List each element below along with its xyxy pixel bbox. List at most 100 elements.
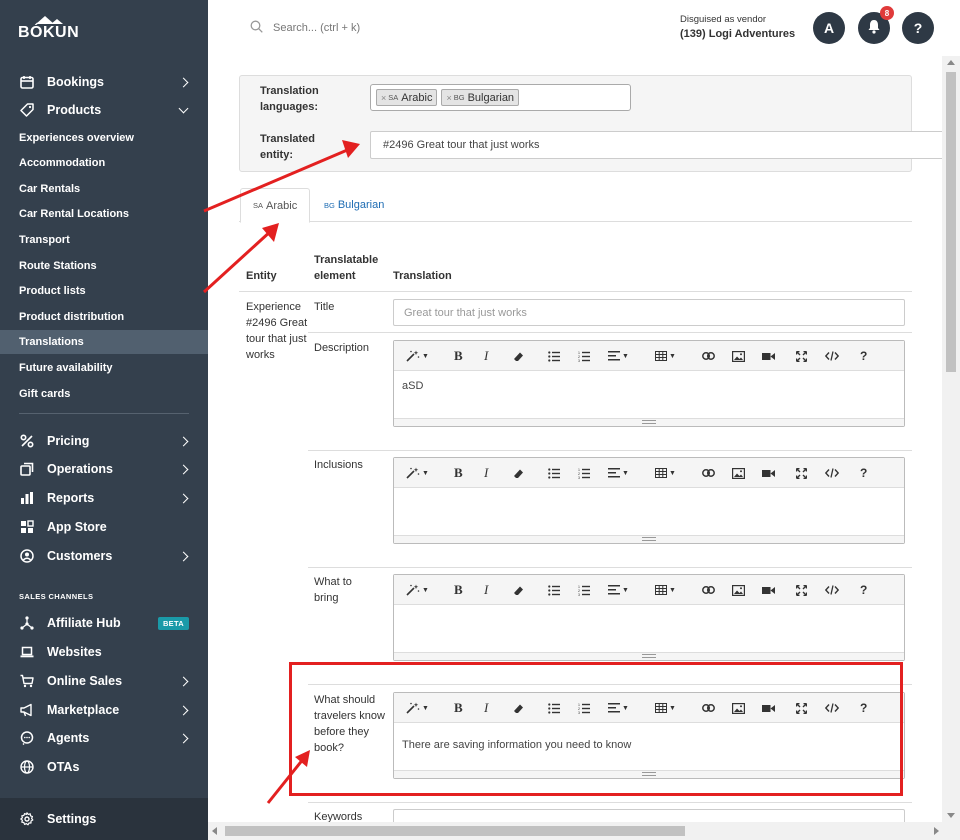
inclusions-editor[interactable]: ▼ B I 1 2 3 ▼ ▼?	[393, 457, 905, 544]
eraser-icon[interactable]	[513, 465, 524, 481]
language-chip-arabic[interactable]: × SA Arabic	[376, 89, 438, 106]
sidebar-item-products[interactable]: Products	[0, 96, 208, 124]
magic-icon[interactable]: ▼	[406, 465, 429, 481]
align-icon[interactable]: ▼	[608, 348, 629, 364]
sidebar-item-operations[interactable]: Operations	[0, 455, 208, 483]
scroll-left-icon[interactable]	[212, 827, 217, 835]
image-icon[interactable]	[732, 348, 745, 364]
table-icon[interactable]: ▼	[655, 348, 676, 364]
scroll-right-icon[interactable]	[934, 827, 939, 835]
editor-content[interactable]: aSD	[394, 371, 904, 418]
bullet-list-icon[interactable]	[548, 465, 560, 481]
magic-icon[interactable]: ▼	[406, 348, 429, 364]
sidebar-item-bookings[interactable]: Bookings	[0, 68, 208, 96]
sidebar-item-otas[interactable]: OTAs	[0, 753, 208, 781]
search-input[interactable]	[273, 19, 473, 37]
numbered-list-icon[interactable]: 123	[578, 582, 590, 598]
magic-icon[interactable]: ▼	[406, 582, 429, 598]
sidebar-item-online-sales[interactable]: Online Sales	[0, 667, 208, 695]
vertical-scrollbar[interactable]	[942, 56, 960, 822]
fullscreen-icon[interactable]	[796, 465, 807, 481]
code-view-icon[interactable]	[825, 582, 839, 598]
link-icon[interactable]	[702, 348, 715, 364]
bold-icon[interactable]: B	[454, 465, 463, 481]
italic-icon[interactable]: I	[484, 348, 488, 364]
help-icon[interactable]: ?	[860, 348, 867, 364]
editor-resize-handle[interactable]	[394, 652, 904, 660]
description-editor[interactable]: ▼ B I 1 2 3 ▼ ▼? aSD	[393, 340, 905, 427]
sidebar-subitem-accommodation[interactable]: Accommodation	[0, 151, 208, 175]
sidebar-item-affiliate-hub[interactable]: Affiliate Hub BETA	[0, 609, 208, 637]
sidebar-subitem-product-lists[interactable]: Product lists	[0, 279, 208, 303]
editor-content[interactable]	[394, 488, 904, 535]
language-chip-bulgarian[interactable]: × BG Bulgarian	[441, 89, 520, 106]
entity-label: Translated entity:	[260, 133, 316, 161]
help-icon[interactable]: ?	[860, 582, 867, 598]
help-icon[interactable]: ?	[860, 465, 867, 481]
bullet-list-icon[interactable]	[548, 582, 560, 598]
sidebar-subitem-route-stations[interactable]: Route Stations	[0, 254, 208, 278]
editor-resize-handle[interactable]	[394, 535, 904, 543]
align-icon[interactable]: ▼	[608, 582, 629, 598]
title-translation-input[interactable]	[393, 299, 905, 326]
bold-icon[interactable]: B	[454, 582, 463, 598]
italic-icon[interactable]: I	[484, 582, 488, 598]
scrollbar-thumb[interactable]	[946, 72, 956, 372]
sidebar-subitem-translations[interactable]: Translations	[0, 330, 208, 354]
editor-content[interactable]	[394, 605, 904, 652]
eraser-icon[interactable]	[513, 582, 524, 598]
italic-icon[interactable]: I	[484, 465, 488, 481]
editor-resize-handle[interactable]	[394, 418, 904, 426]
video-icon[interactable]	[762, 348, 775, 364]
sidebar-subitem-product-distribution[interactable]: Product distribution	[0, 305, 208, 329]
scroll-down-icon[interactable]	[947, 813, 955, 818]
entity-select[interactable]: #2496 Great tour that just works	[370, 131, 950, 159]
sidebar-item-agents[interactable]: Agents	[0, 724, 208, 752]
sidebar-item-pricing[interactable]: Pricing	[0, 427, 208, 455]
languages-multiselect[interactable]: × SA Arabic × BG Bulgarian	[370, 84, 631, 111]
vendor-name[interactable]: (139) Logi Adventures	[680, 28, 795, 40]
sidebar-subitem-future-availability[interactable]: Future availability	[0, 356, 208, 380]
horizontal-scrollbar[interactable]	[208, 822, 960, 840]
code-view-icon[interactable]	[825, 465, 839, 481]
sidebar-subitem-transport[interactable]: Transport	[0, 228, 208, 252]
numbered-list-icon[interactable]: 123	[578, 465, 590, 481]
link-icon[interactable]	[702, 582, 715, 598]
fullscreen-icon[interactable]	[796, 582, 807, 598]
video-icon[interactable]	[762, 582, 775, 598]
remove-icon[interactable]: ×	[446, 93, 451, 103]
code-view-icon[interactable]	[825, 348, 839, 364]
sidebar-subitem-gift-cards[interactable]: Gift cards	[0, 382, 208, 406]
sidebar-item-reports[interactable]: Reports	[0, 484, 208, 512]
sidebar-subitem-car-rentals[interactable]: Car Rentals	[0, 177, 208, 201]
bold-icon[interactable]: B	[454, 348, 463, 364]
align-icon[interactable]: ▼	[608, 465, 629, 481]
table-icon[interactable]: ▼	[655, 465, 676, 481]
link-icon[interactable]	[702, 465, 715, 481]
tab-arabic[interactable]: SA Arabic	[240, 188, 311, 223]
table-icon[interactable]: ▼	[655, 582, 676, 598]
sidebar-item-app-store[interactable]: App Store	[0, 513, 208, 541]
what-to-bring-editor[interactable]: ▼ B I 1 2 3 ▼ ▼?	[393, 574, 905, 661]
sidebar-item-settings[interactable]: Settings	[0, 798, 208, 840]
video-icon[interactable]	[762, 465, 775, 481]
image-icon[interactable]	[732, 582, 745, 598]
scroll-up-icon[interactable]	[947, 60, 955, 65]
sidebar-item-customers[interactable]: Customers	[0, 542, 208, 570]
sidebar-item-marketplace[interactable]: Marketplace	[0, 696, 208, 724]
fullscreen-icon[interactable]	[796, 348, 807, 364]
sidebar-subitem-car-rental-locations[interactable]: Car Rental Locations	[0, 202, 208, 226]
sidebar-item-websites[interactable]: Websites	[0, 638, 208, 666]
remove-icon[interactable]: ×	[381, 93, 386, 103]
bullet-list-icon[interactable]	[548, 348, 560, 364]
scrollbar-thumb[interactable]	[225, 826, 685, 836]
tab-bulgarian[interactable]: BG Bulgarian	[312, 188, 396, 222]
avatar-button[interactable]: A	[813, 12, 845, 44]
eraser-icon[interactable]	[513, 348, 524, 364]
numbered-list-icon[interactable]: 123	[578, 348, 590, 364]
user-circle-icon	[19, 548, 35, 564]
help-button[interactable]: ?	[902, 12, 934, 44]
image-icon[interactable]	[732, 465, 745, 481]
tab-label: Bulgarian	[337, 199, 385, 211]
sidebar-subitem-experiences-overview[interactable]: Experiences overview	[0, 126, 208, 150]
